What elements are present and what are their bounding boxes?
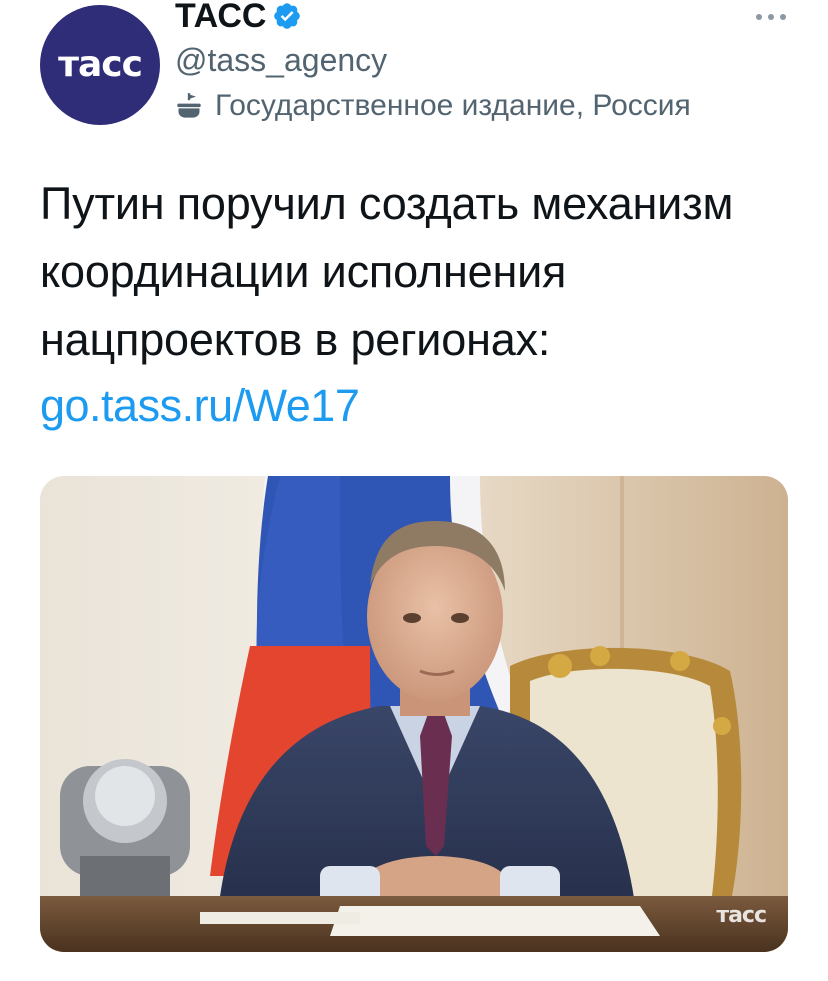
tweet-text-line: Путин поручил создать механизм	[40, 178, 734, 229]
tweet-text: Путин поручил создать механизм координац…	[40, 170, 800, 374]
tweet-media-photo[interactable]: тасс	[40, 476, 788, 952]
tweet-text-line: нацпроектов в регионах:	[40, 314, 551, 365]
account-label: Государственное издание, Россия	[175, 86, 691, 126]
author-display-name[interactable]: ТАСС	[175, 0, 302, 36]
photo-illustration	[40, 476, 788, 952]
verified-badge-icon	[274, 3, 301, 29]
avatar-logo: тасс	[58, 43, 143, 85]
government-building-icon	[177, 93, 201, 118]
tweet-text-line: координации исполнения	[40, 246, 567, 297]
tweet-link[interactable]: go.tass.ru/We17	[40, 372, 360, 440]
author-handle[interactable]: @tass_agency	[175, 40, 387, 80]
photo-watermark: тасс	[716, 903, 767, 928]
account-label-text: Государственное издание, Россия	[215, 89, 691, 122]
author-avatar[interactable]: тасс	[40, 5, 160, 125]
display-name-text: ТАСС	[175, 0, 267, 35]
more-horizontal-icon[interactable]	[756, 14, 786, 22]
tweet[interactable]: тасс ТАСС @tass_agency Государственное и…	[0, 0, 828, 981]
